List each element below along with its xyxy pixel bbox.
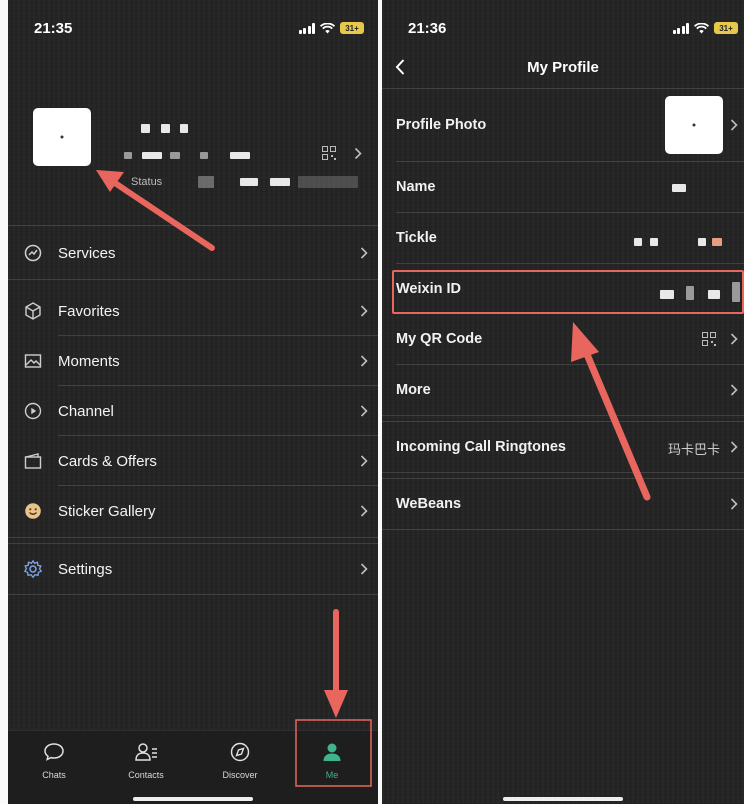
annotation-overlay	[96, 170, 651, 787]
arrow-to-avatar	[96, 170, 215, 251]
arrow-to-weixin-id	[571, 322, 651, 501]
arrow-to-me-tab	[324, 609, 348, 718]
me-tab-highlight-box	[295, 719, 372, 787]
